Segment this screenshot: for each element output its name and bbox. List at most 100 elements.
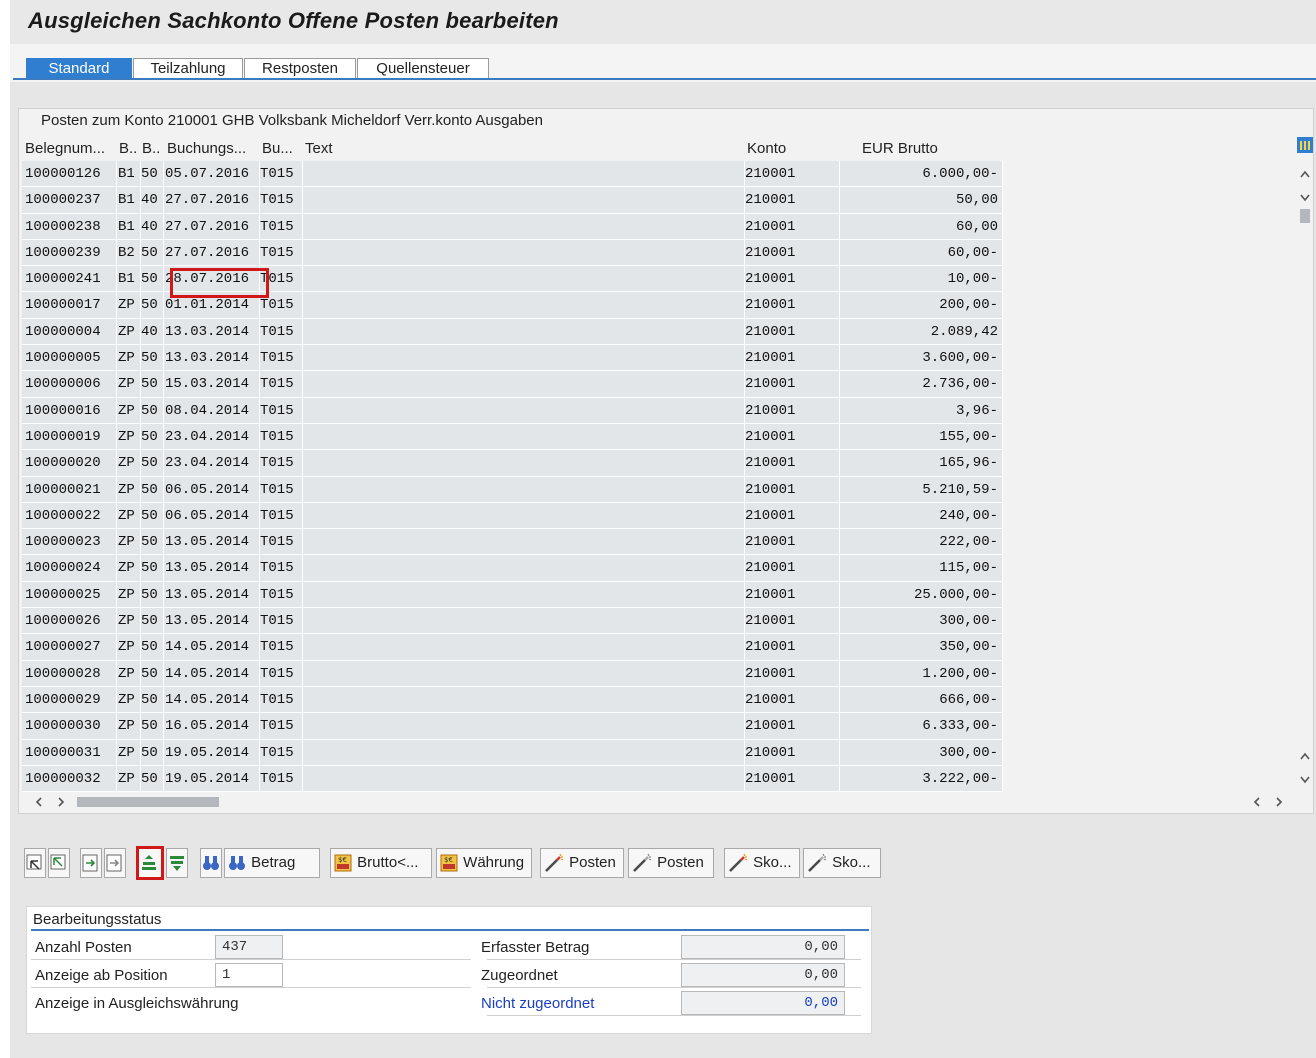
text-cell[interactable] xyxy=(303,739,745,766)
posting-key-cell[interactable]: 50 xyxy=(141,555,164,582)
account-cell[interactable]: 210001 xyxy=(745,239,840,266)
posting-date-cell[interactable]: 19.05.2014 xyxy=(165,739,260,766)
account-cell[interactable]: 210001 xyxy=(745,476,840,503)
posting-key-cell[interactable]: 50 xyxy=(141,476,164,503)
text-cell[interactable] xyxy=(303,239,745,266)
gross-amount-cell[interactable]: 5.210,59- xyxy=(840,476,1003,503)
doc-type-cell[interactable]: B2 xyxy=(118,239,141,266)
posting-key-cell[interactable]: 50 xyxy=(141,371,164,398)
doc-type-cell[interactable]: ZP xyxy=(118,292,141,319)
doc-type-cell[interactable]: ZP xyxy=(118,529,141,556)
posting-key-cell[interactable]: 50 xyxy=(141,345,164,372)
doc-type-cell[interactable]: ZP xyxy=(118,713,141,740)
sort-descending-button[interactable] xyxy=(166,848,188,878)
select-all-button[interactable] xyxy=(24,848,46,878)
posting-key-cell[interactable]: 50 xyxy=(141,765,164,792)
unassign-items-button[interactable]: Posten xyxy=(628,848,714,878)
doc-number-cell[interactable]: 100000239 xyxy=(25,239,117,266)
account-cell[interactable]: 210001 xyxy=(745,292,840,319)
text-cell[interactable] xyxy=(303,187,745,214)
company-code-cell[interactable]: T015 xyxy=(260,634,303,661)
doc-type-cell[interactable]: ZP xyxy=(118,555,141,582)
text-cell[interactable] xyxy=(303,502,745,529)
doc-type-cell[interactable]: ZP xyxy=(118,423,141,450)
gross-amount-cell[interactable]: 3.222,00- xyxy=(840,765,1003,792)
company-code-cell[interactable]: T015 xyxy=(260,161,303,187)
gross-amount-cell[interactable]: 240,00- xyxy=(840,502,1003,529)
activate-items-button[interactable] xyxy=(80,848,102,878)
posting-date-cell[interactable]: 14.05.2014 xyxy=(165,634,260,661)
gross-amount-cell[interactable]: 10,00- xyxy=(840,266,1003,293)
doc-type-cell[interactable]: ZP xyxy=(118,660,141,687)
gross-amount-cell[interactable]: 2.089,42 xyxy=(840,318,1003,345)
col-belegnummer[interactable]: Belegnum... xyxy=(25,140,115,157)
doc-number-cell[interactable]: 100000032 xyxy=(25,765,117,792)
col-konto[interactable]: Konto xyxy=(747,140,807,157)
table-row[interactable]: 100000017 ZP 50 01.01.2014 T015 210001 200,00- xyxy=(22,292,1003,319)
doc-number-cell[interactable]: 100000030 xyxy=(25,713,117,740)
gross-amount-cell[interactable]: 25.000,00- xyxy=(840,581,1003,608)
doc-number-cell[interactable]: 100000006 xyxy=(25,371,117,398)
posting-date-cell[interactable]: 13.05.2014 xyxy=(165,581,260,608)
text-cell[interactable] xyxy=(303,765,745,792)
text-cell[interactable] xyxy=(303,292,745,319)
doc-number-cell[interactable]: 100000016 xyxy=(25,397,117,424)
text-cell[interactable] xyxy=(303,423,745,450)
gross-amount-cell[interactable]: 350,00- xyxy=(840,634,1003,661)
doc-number-cell[interactable]: 100000005 xyxy=(25,345,117,372)
text-cell[interactable] xyxy=(303,660,745,687)
company-code-cell[interactable]: T015 xyxy=(260,371,303,398)
posting-key-cell[interactable]: 50 xyxy=(141,529,164,556)
posting-date-cell[interactable]: 08.04.2014 xyxy=(165,397,260,424)
company-code-cell[interactable]: T015 xyxy=(260,266,303,293)
gross-amount-cell[interactable]: 3.600,00- xyxy=(840,345,1003,372)
account-cell[interactable]: 210001 xyxy=(745,502,840,529)
posting-key-cell[interactable]: 40 xyxy=(141,213,164,240)
doc-number-cell[interactable]: 100000023 xyxy=(25,529,117,556)
company-code-cell[interactable]: T015 xyxy=(260,686,303,713)
discount-assign-button[interactable]: Sko... xyxy=(724,848,800,878)
deactivate-items-button[interactable] xyxy=(104,848,126,878)
table-row[interactable]: 100000237 B1 40 27.07.2016 T015 210001 50,00 xyxy=(22,187,1003,214)
account-cell[interactable]: 210001 xyxy=(745,739,840,766)
text-cell[interactable] xyxy=(303,161,745,187)
posting-date-cell[interactable]: 23.04.2014 xyxy=(165,423,260,450)
find-amount-button[interactable]: Betrag xyxy=(224,848,320,878)
doc-type-cell[interactable]: ZP xyxy=(118,581,141,608)
account-cell[interactable]: 210001 xyxy=(745,423,840,450)
col-buchungskreis[interactable]: Bu... xyxy=(262,140,300,157)
account-cell[interactable]: 210001 xyxy=(745,213,840,240)
doc-type-cell[interactable]: ZP xyxy=(118,608,141,635)
posting-key-cell[interactable]: 50 xyxy=(141,266,164,293)
doc-type-cell[interactable]: ZP xyxy=(118,345,141,372)
table-row[interactable]: 100000019 ZP 50 23.04.2014 T015 210001 155,00- xyxy=(22,423,1003,451)
doc-type-cell[interactable]: ZP xyxy=(118,397,141,424)
doc-type-cell[interactable]: ZP xyxy=(118,450,141,477)
account-cell[interactable]: 210001 xyxy=(745,397,840,424)
text-cell[interactable] xyxy=(303,686,745,713)
posting-date-cell[interactable]: 27.07.2016 xyxy=(165,213,260,240)
table-row[interactable]: 100000022 ZP 50 06.05.2014 T015 210001 240,00- xyxy=(22,502,1003,530)
discount-unassign-button[interactable]: Sko... xyxy=(803,848,881,878)
posting-date-cell[interactable]: 15.03.2014 xyxy=(165,371,260,398)
company-code-cell[interactable]: T015 xyxy=(260,345,303,372)
doc-type-cell[interactable]: ZP xyxy=(118,739,141,766)
company-code-cell[interactable]: T015 xyxy=(260,502,303,529)
text-cell[interactable] xyxy=(303,634,745,661)
company-code-cell[interactable]: T015 xyxy=(260,213,303,240)
table-row[interactable]: 100000020 ZP 50 23.04.2014 T015 210001 165,96- xyxy=(22,450,1003,477)
posting-date-cell[interactable]: 16.05.2014 xyxy=(165,713,260,740)
posting-date-cell[interactable]: 19.05.2014 xyxy=(165,765,260,792)
table-row[interactable]: 100000027 ZP 50 14.05.2014 T015 210001 350,00- xyxy=(22,634,1003,661)
doc-number-cell[interactable]: 100000027 xyxy=(25,634,117,661)
posting-date-cell[interactable]: 13.03.2014 xyxy=(165,345,260,372)
table-row[interactable]: 100000031 ZP 50 19.05.2014 T015 210001 300,00- xyxy=(22,739,1003,766)
posting-key-cell[interactable]: 50 xyxy=(141,502,164,529)
doc-number-cell[interactable]: 100000238 xyxy=(25,213,117,240)
gross-amount-cell[interactable]: 2.736,00- xyxy=(840,371,1003,398)
col-belegart[interactable]: B.. xyxy=(119,140,139,157)
account-cell[interactable]: 210001 xyxy=(745,660,840,687)
account-cell[interactable]: 210001 xyxy=(745,608,840,635)
posting-key-cell[interactable]: 50 xyxy=(141,660,164,687)
table-row[interactable]: 100000016 ZP 50 08.04.2014 T015 210001 3,96- xyxy=(22,397,1003,424)
